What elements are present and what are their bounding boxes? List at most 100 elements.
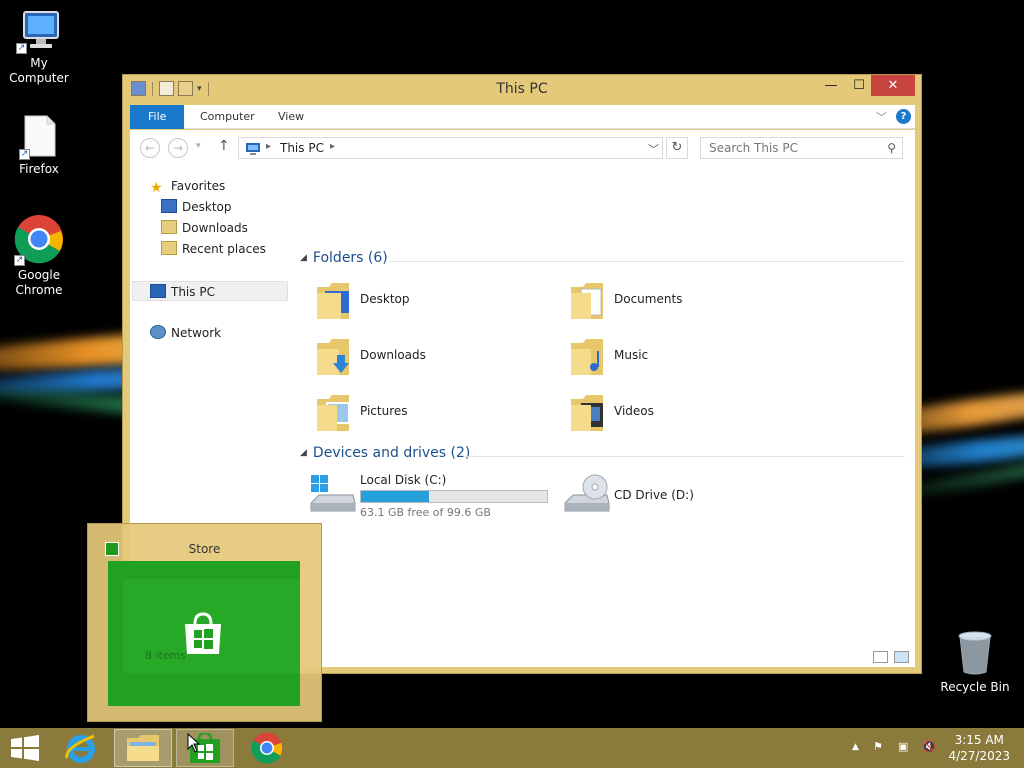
up-button[interactable]: ↑: [218, 138, 230, 154]
folder-label: Pictures: [360, 404, 408, 418]
shortcut-arrow-icon: ↗: [16, 43, 27, 54]
breadcrumb-separator-icon[interactable]: ▸: [266, 141, 271, 152]
nav-item-label: Network: [171, 326, 222, 340]
nav-item-recent-places[interactable]: Recent places: [161, 239, 266, 259]
recent-places-icon: [161, 241, 177, 255]
folder-label: Documents: [614, 292, 683, 306]
title-bar[interactable]: ▾ This PC — ☐ ✕: [123, 75, 921, 103]
tab-file[interactable]: File: [130, 105, 185, 129]
recycle-bin-icon: [958, 631, 992, 675]
section-header: Devices and drives (2): [312, 445, 471, 461]
store-bag-icon: [185, 612, 221, 654]
desktop-icon-firefox[interactable]: ↗ Firefox: [0, 114, 79, 177]
nav-item-desktop[interactable]: Desktop: [161, 197, 232, 217]
star-icon: ★: [150, 180, 163, 196]
refresh-button[interactable]: ↻: [666, 137, 688, 159]
folder-pictures[interactable]: Pictures: [307, 387, 547, 437]
drive-usage-bar: [360, 490, 548, 503]
section-header: Folders (6): [312, 250, 388, 266]
action-center-flag-icon[interactable]: ⚑: [873, 740, 883, 753]
drive-name: CD Drive (D:): [614, 488, 694, 502]
show-hidden-icons-icon[interactable]: ▲: [852, 742, 859, 752]
navigation-bar: ← → ▾ ↑ ▸ This PC ▸ ﹀ ↻ Search This PC ⚲: [130, 130, 915, 164]
nav-item-label: Desktop: [182, 200, 232, 214]
tab-view[interactable]: View: [264, 105, 318, 129]
volume-muted-icon[interactable]: 🔇: [922, 740, 936, 753]
large-icons-view-icon[interactable]: [894, 651, 909, 663]
section-folders[interactable]: ◢ Folders (6): [300, 250, 388, 270]
taskbar: ▲ ⚑ ▣ 🔇 3:15 AM 4/27/2023: [0, 728, 1024, 768]
windows-logo-icon: [11, 735, 39, 761]
back-button[interactable]: ←: [140, 138, 160, 158]
breadcrumb-separator-icon[interactable]: ▸: [330, 141, 335, 152]
address-bar[interactable]: ▸ This PC ▸ ﹀: [238, 137, 663, 159]
desktop-icon-my-computer[interactable]: ↗ My Computer: [0, 10, 79, 86]
hard-drive-icon: [310, 475, 356, 512]
folder-desktop[interactable]: Desktop: [307, 275, 547, 325]
desktop-icon-label: Google Chrome: [15, 268, 63, 297]
this-pc-icon: [150, 284, 166, 298]
nav-item-downloads[interactable]: Downloads: [161, 218, 248, 238]
nav-item-favorites[interactable]: ★ Favorites: [150, 176, 225, 196]
details-view-icon[interactable]: [873, 651, 888, 663]
collapse-icon[interactable]: ◢: [300, 448, 307, 458]
clock-date: 4/27/2023: [948, 749, 1010, 763]
drive-free-space: 63.1 GB free of 99.6 GB: [360, 506, 491, 519]
recent-locations-icon[interactable]: ▾: [196, 141, 201, 151]
system-clock[interactable]: 3:15 AM 4/27/2023: [948, 732, 1010, 764]
desktop-icon-recycle-bin[interactable]: Recycle Bin: [935, 630, 1015, 695]
downloads-icon: [161, 220, 177, 234]
window-title: This PC: [496, 81, 548, 97]
nav-item-network[interactable]: Network: [150, 323, 221, 343]
mouse-cursor-icon: [187, 733, 201, 753]
expand-ribbon-icon[interactable]: ﹀: [876, 109, 887, 125]
documents-folder-icon: [571, 283, 603, 319]
close-button[interactable]: ✕: [871, 75, 915, 96]
forward-button[interactable]: →: [168, 138, 188, 158]
help-icon[interactable]: ?: [896, 109, 911, 124]
chrome-icon: [251, 732, 283, 764]
store-window-preview[interactable]: Store 8 items: [87, 523, 322, 722]
view-switcher: [873, 651, 909, 663]
desktop-icon-google-chrome[interactable]: ↗ Google Chrome: [0, 214, 79, 298]
minimize-button[interactable]: —: [817, 75, 845, 96]
address-dropdown-icon[interactable]: ﹀: [648, 141, 659, 157]
search-box[interactable]: Search This PC ⚲: [700, 137, 903, 159]
drive-local-disk-c[interactable]: Local Disk (C:) 63.1 GB free of 99.6 GB: [307, 471, 567, 521]
folder-documents[interactable]: Documents: [561, 275, 801, 325]
taskbar-store[interactable]: [176, 729, 234, 767]
network-status-icon[interactable]: ▣: [898, 740, 908, 753]
taskbar-file-explorer[interactable]: [114, 729, 172, 767]
maximize-button[interactable]: ☐: [845, 75, 873, 96]
folder-music[interactable]: Music: [561, 331, 801, 381]
desktop-folder-icon: [317, 283, 349, 319]
file-explorer-icon: [127, 735, 159, 761]
tab-computer[interactable]: Computer: [186, 105, 269, 129]
music-folder-icon: [571, 339, 603, 375]
taskbar-google-chrome[interactable]: [238, 729, 296, 767]
search-input[interactable]: Search This PC: [709, 141, 798, 155]
desktop-icon-label: Recycle Bin: [940, 680, 1010, 694]
folder-label: Videos: [614, 404, 654, 418]
desktop-icon-label: My Computer: [9, 56, 69, 85]
nav-item-this-pc[interactable]: This PC: [132, 281, 288, 301]
folder-downloads[interactable]: Downloads: [307, 331, 547, 381]
clock-time: 3:15 AM: [954, 733, 1004, 747]
drive-name: Local Disk (C:): [360, 473, 447, 487]
section-divider: [390, 261, 905, 262]
this-pc-icon: [246, 143, 260, 155]
breadcrumb-this-pc[interactable]: This PC: [280, 141, 324, 155]
desktop-icon-label: Firefox: [19, 162, 59, 176]
desktop-icon: [161, 199, 177, 213]
taskbar-internet-explorer[interactable]: [52, 729, 110, 767]
nav-item-label: Favorites: [171, 179, 226, 193]
shortcut-arrow-icon: ↗: [14, 255, 25, 266]
drive-cd-d[interactable]: CD Drive (D:): [561, 471, 821, 521]
shortcut-arrow-icon: ↗: [19, 149, 30, 160]
section-devices-and-drives[interactable]: ◢ Devices and drives (2): [300, 445, 470, 465]
start-button[interactable]: [2, 729, 46, 767]
search-icon: ⚲: [887, 141, 896, 155]
folder-videos[interactable]: Videos: [561, 387, 801, 437]
collapse-icon[interactable]: ◢: [300, 253, 307, 263]
cd-drive-icon: [564, 474, 610, 512]
